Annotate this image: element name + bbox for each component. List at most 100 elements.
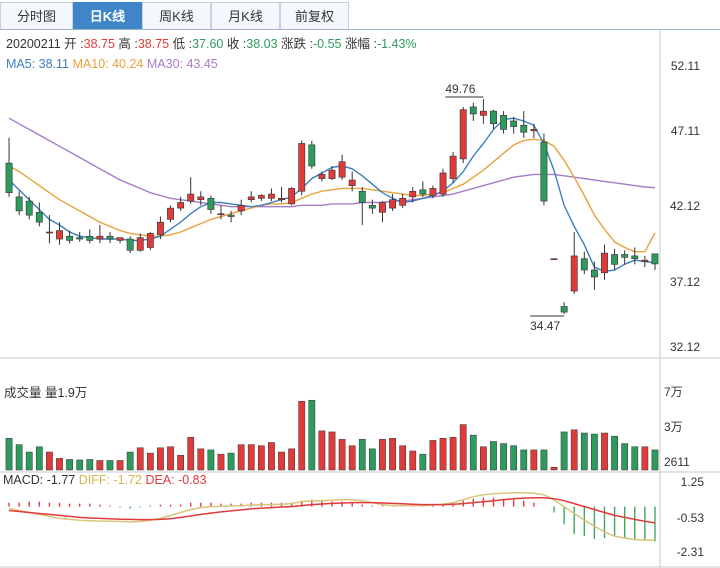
volume-bar (530, 449, 538, 471)
volume-bar (106, 460, 114, 471)
volume-bar (469, 434, 477, 471)
candle-body (257, 195, 265, 199)
volume-bar (419, 453, 427, 471)
candle-body (570, 255, 578, 292)
volume-bar (480, 446, 487, 471)
volume-bar (520, 449, 528, 471)
candle-body (86, 235, 94, 241)
candle-body (540, 141, 548, 202)
candle-body (318, 174, 326, 179)
candle-body (126, 238, 134, 251)
candle-body (379, 202, 386, 213)
volume-bar (86, 459, 94, 471)
ma5-line (8, 117, 656, 273)
volume-bar (268, 442, 275, 471)
candle-body (217, 213, 225, 216)
volume-bar (66, 459, 73, 471)
volume-bar (399, 445, 407, 471)
volume-bar (227, 452, 235, 471)
price-tick-label: 37.12 (670, 275, 700, 289)
candle-body (631, 255, 639, 260)
volume-bar (116, 460, 124, 471)
macd-tick-label: -0.53 (677, 511, 705, 525)
volume-bar (560, 431, 568, 471)
candle-body (651, 253, 659, 265)
candle-body (641, 259, 649, 262)
high-annotation: 49.76 (445, 82, 475, 96)
volume-bar (146, 452, 154, 471)
candle-body (177, 202, 185, 209)
macd-tick-label: 1.25 (681, 475, 705, 489)
volume-bar (76, 459, 84, 471)
candle-body (197, 196, 205, 200)
volume-bar (439, 438, 447, 471)
volume-bar (197, 448, 205, 471)
volume-bar (217, 453, 225, 471)
candle-body (5, 162, 13, 193)
candle-body (510, 120, 518, 127)
price-tick-label: 47.11 (671, 124, 700, 138)
volume-bar (136, 447, 144, 471)
candle-body (479, 110, 487, 116)
volume-bar (409, 450, 417, 471)
candle-body (298, 143, 306, 192)
candle-body (136, 237, 144, 251)
volume-bar (429, 440, 437, 471)
candle-body (15, 196, 23, 212)
volume-bar (338, 439, 346, 471)
volume-bar (631, 446, 639, 471)
volume-tick-label: 2611 (664, 455, 690, 469)
volume-bar (187, 436, 195, 471)
low-annotation: 34.47 (530, 319, 560, 333)
candle-body (187, 193, 195, 202)
volume-bar (641, 446, 649, 471)
stock-chart[interactable]: 52.11 47.11 42.12 37.12 32.12 49.76 34.47 7万 3万 2… (0, 0, 720, 568)
volume-bar (621, 443, 629, 471)
volume-bar (580, 432, 588, 471)
volume-bar (46, 451, 53, 471)
volume-bar (96, 460, 104, 471)
candle-body (45, 231, 53, 234)
volume-bar (308, 399, 316, 471)
volume-bar (510, 445, 518, 471)
price-tick-label: 42.12 (670, 199, 700, 213)
volume-bar (328, 431, 336, 471)
volume-bar (459, 424, 467, 471)
ma10-line (8, 138, 656, 253)
candle-body (601, 252, 608, 274)
candle-body (56, 230, 63, 240)
candle-body (358, 190, 366, 203)
candle-body (167, 207, 174, 220)
candle-body (116, 237, 124, 241)
candle-body (368, 205, 376, 209)
candle-body (268, 193, 275, 199)
candle-body (288, 188, 296, 205)
volume-bar (126, 451, 134, 471)
candle-body (409, 190, 417, 198)
candle-body (560, 306, 568, 313)
volume-bar (237, 444, 245, 471)
candle-body (590, 269, 598, 278)
candle-body (207, 197, 215, 210)
candle-body (66, 235, 74, 241)
volume-bar (15, 444, 23, 471)
candle-body (278, 197, 285, 200)
candle-body (449, 155, 457, 179)
candle-body (490, 110, 497, 125)
volume-bar (288, 448, 296, 471)
volume-tick-label: 3万 (664, 420, 683, 434)
volume-bar (651, 449, 659, 471)
volume-bar (157, 447, 164, 471)
volume-bar (368, 448, 376, 471)
volume-tick-label: 7万 (664, 385, 683, 399)
candle-body (399, 197, 407, 206)
volume-bar (490, 441, 497, 471)
volume-bar (56, 458, 63, 471)
candle-body (227, 214, 235, 217)
price-tick-label: 52.11 (671, 59, 700, 73)
candle-body (35, 212, 43, 223)
candle-body (550, 258, 558, 261)
volume-bar (611, 435, 618, 471)
candle-body (580, 258, 588, 271)
candle-body (328, 169, 336, 179)
